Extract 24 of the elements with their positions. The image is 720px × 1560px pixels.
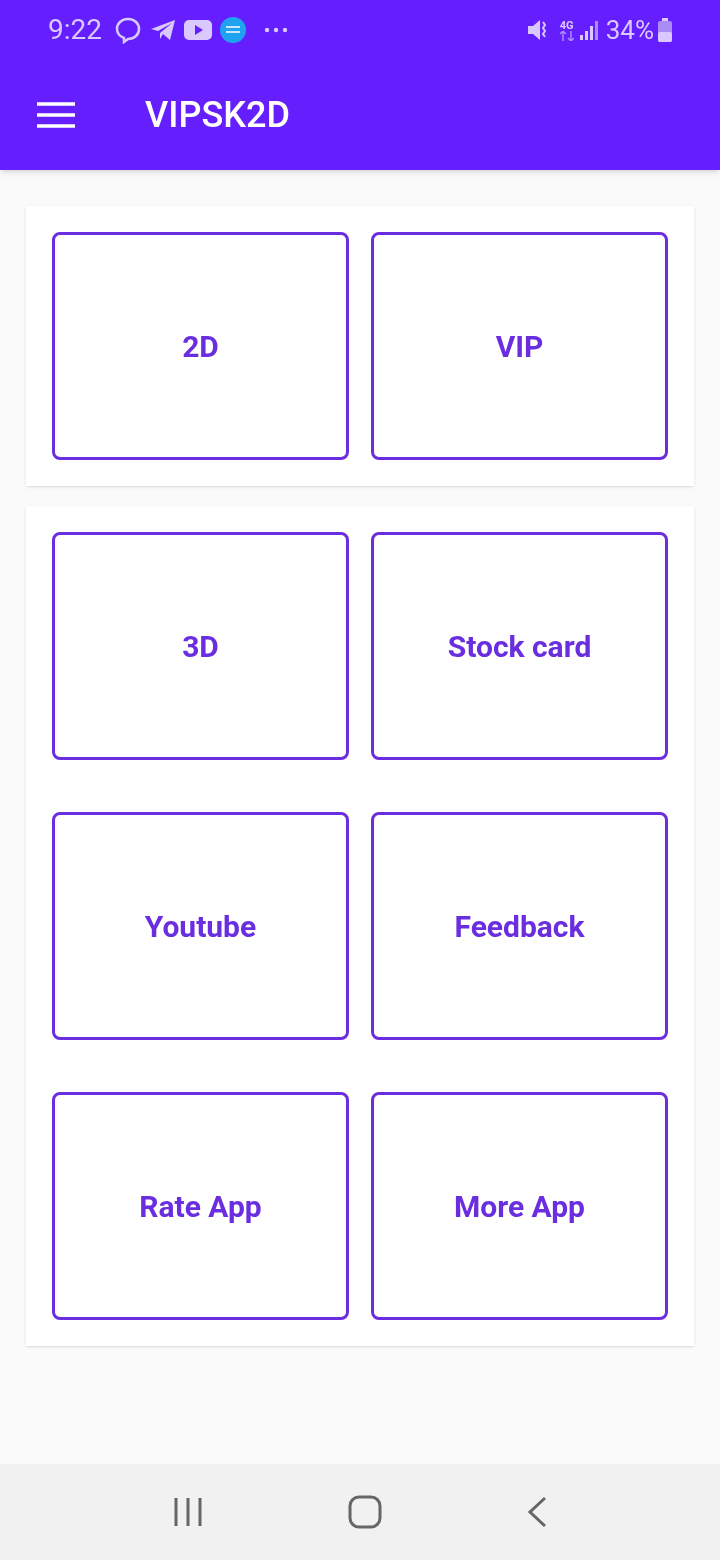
back-icon[interactable] <box>527 1496 548 1528</box>
menu-icon[interactable] <box>37 102 75 128</box>
paper-plane-icon <box>150 19 176 41</box>
signal-icon <box>579 20 600 40</box>
menu-tile-button[interactable]: Rate App <box>52 1092 349 1320</box>
status-time: 9:22 <box>48 12 102 48</box>
app-title: VIPSK2D <box>145 93 290 138</box>
menu-tile-button[interactable]: 3D <box>52 532 349 760</box>
menu-tile-button[interactable]: Feedback <box>371 812 668 1040</box>
menu-tile-button[interactable]: 2D <box>52 232 349 460</box>
menu-tile-button[interactable]: VIP <box>371 232 668 460</box>
network-label: 4G <box>559 19 574 31</box>
chat-bubble-icon <box>114 16 142 44</box>
recent-apps-icon[interactable] <box>172 1497 203 1527</box>
more-icon <box>264 27 288 33</box>
home-icon[interactable] <box>348 1495 382 1529</box>
menu-tile-button[interactable]: Youtube <box>52 812 349 1040</box>
data-arrows-icon <box>559 30 574 41</box>
menu-tile-button[interactable]: More App <box>371 1092 668 1320</box>
app-badge-icon <box>220 17 246 43</box>
battery-icon <box>658 18 672 42</box>
play-icon <box>184 20 212 40</box>
battery-percent: 34% <box>605 13 654 47</box>
menu-tile-button[interactable]: Stock card <box>371 532 668 760</box>
